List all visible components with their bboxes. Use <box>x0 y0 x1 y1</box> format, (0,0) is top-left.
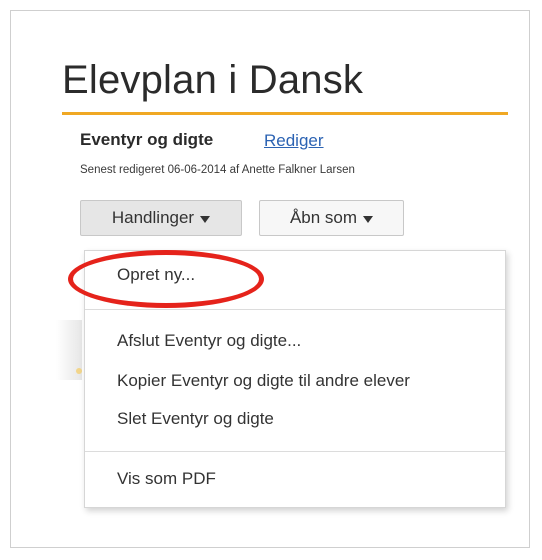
open-as-dropdown-button[interactable]: Åbn som <box>259 200 404 236</box>
open-as-button-label: Åbn som <box>289 208 358 227</box>
menu-item-view-as-pdf[interactable]: Vis som PDF <box>117 469 216 489</box>
page-title: Elevplan i Dansk <box>62 58 364 102</box>
actions-dropdown-button[interactable]: Handlinger <box>80 200 242 236</box>
menu-item-finish[interactable]: Afslut Eventyr og digte... <box>117 331 301 351</box>
menu-separator <box>85 451 505 452</box>
actions-button-label: Handlinger <box>111 208 195 227</box>
caret-down-icon <box>363 215 374 223</box>
document-title: Eventyr og digte <box>80 130 214 149</box>
last-edited-meta: Senest redigeret 06-06-2014 af Anette Fa… <box>80 164 355 176</box>
menu-item-create-new[interactable]: Opret ny... <box>117 265 195 285</box>
menu-item-delete[interactable]: Slet Eventyr og digte <box>117 409 274 429</box>
caret-down-icon <box>200 215 211 223</box>
title-underline <box>62 112 508 115</box>
actions-dropdown-menu: Opret ny... Afslut Eventyr og digte... K… <box>84 250 506 508</box>
edit-link[interactable]: Rediger <box>264 131 324 151</box>
background-content-fragment <box>76 368 82 374</box>
menu-separator <box>85 309 505 310</box>
menu-item-copy-to-students[interactable]: Kopier Eventyr og digte til andre elever <box>117 371 410 391</box>
